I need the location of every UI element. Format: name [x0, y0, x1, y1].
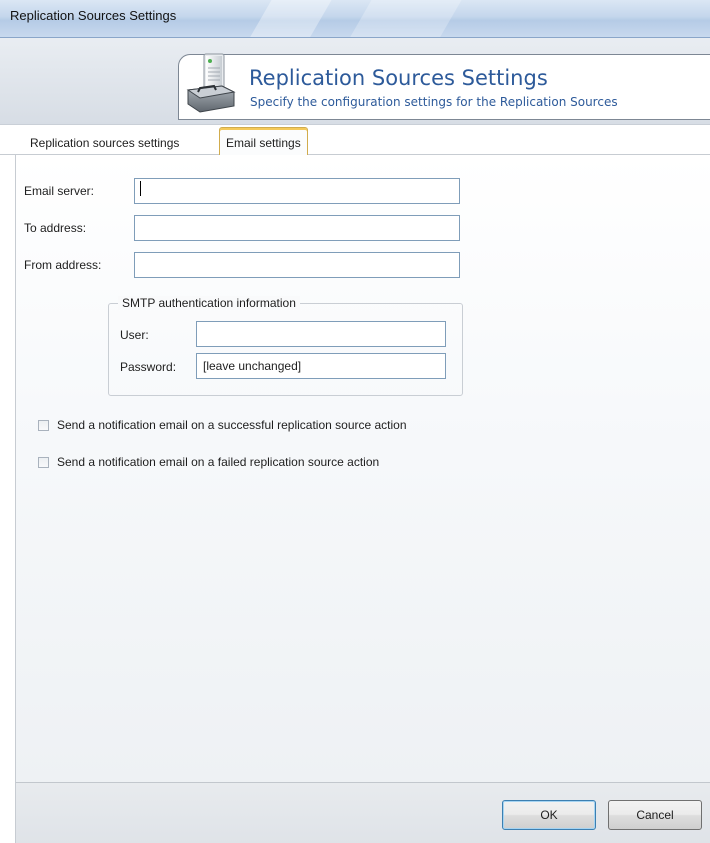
smtp-user-label: User:: [120, 328, 149, 342]
cancel-button[interactable]: Cancel: [608, 800, 702, 830]
email-server-label: Email server:: [24, 184, 95, 198]
left-margin: [0, 155, 15, 843]
from-address-label: From address:: [24, 258, 102, 272]
email-server-input[interactable]: [134, 178, 460, 204]
dialog-footer: [15, 782, 710, 843]
ok-button[interactable]: OK: [502, 800, 596, 830]
smtp-auth-groupbox: [108, 303, 463, 396]
notify-failure-row[interactable]: Send a notification email on a failed re…: [38, 454, 379, 470]
tab-replication-sources-settings[interactable]: Replication sources settings: [24, 132, 185, 156]
text-caret: [140, 181, 141, 196]
notify-failure-checkbox[interactable]: [38, 456, 49, 468]
notify-success-label[interactable]: Send a notification email on a successfu…: [57, 418, 407, 432]
window-title: Replication Sources Settings: [10, 8, 177, 23]
header-title: Replication Sources Settings: [249, 66, 548, 90]
notify-failure-label[interactable]: Send a notification email on a failed re…: [57, 455, 379, 469]
title-bar-glass-highlight: [342, 0, 468, 37]
smtp-user-input[interactable]: [196, 321, 446, 347]
from-address-input[interactable]: [134, 252, 460, 278]
window-title-bar[interactable]: Replication Sources Settings: [0, 0, 710, 38]
smtp-password-label: Password:: [120, 360, 177, 374]
server-tools-icon: [186, 53, 236, 113]
tab-email-settings[interactable]: Email settings: [219, 127, 308, 157]
smtp-auth-legend: SMTP authentication information: [118, 296, 300, 310]
to-address-label: To address:: [24, 221, 87, 235]
notify-success-row[interactable]: Send a notification email on a successfu…: [38, 417, 407, 433]
to-address-input[interactable]: [134, 215, 460, 241]
title-bar-glass-highlight: [242, 0, 338, 37]
header-subtitle: Specify the configuration settings for t…: [250, 95, 618, 109]
notify-success-checkbox[interactable]: [38, 419, 49, 431]
smtp-password-input[interactable]: [196, 353, 446, 379]
header-banner: Replication Sources Settings Specify the…: [0, 38, 710, 125]
email-settings-panel: [15, 155, 710, 785]
